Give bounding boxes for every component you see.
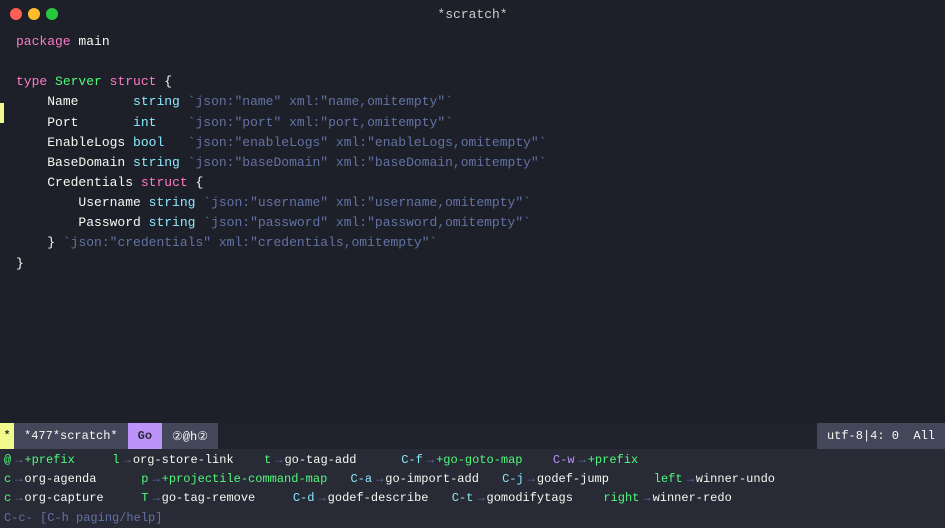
code-line: } `json:"credentials" xml:"credentials,o… — [16, 233, 937, 253]
hint-key: T — [141, 489, 148, 508]
mode-unicode: ②@h② — [162, 423, 218, 449]
code-line: Password string `json:"password" xml:"pa… — [16, 213, 937, 233]
code-line: Name string `json:"name" xml:"name,omite… — [16, 92, 937, 112]
mode-buffer[interactable]: * 477 *scratch* — [14, 423, 128, 449]
hint-key: c — [4, 489, 11, 508]
minimize-button[interactable] — [28, 8, 40, 20]
code-line — [16, 334, 937, 354]
maximize-button[interactable] — [46, 8, 58, 20]
hint-cmd: godef-jump — [537, 470, 638, 489]
code-line: package main — [16, 32, 937, 52]
hint-row-1: @ → +prefix l → org-store-link t → go-ta… — [4, 451, 941, 470]
hint-row-4: C-c- [C-h paging/help] — [4, 509, 941, 528]
window-controls — [10, 8, 58, 20]
hint-key: @ — [4, 451, 11, 470]
hint-cmd: +projectile-command-map — [162, 470, 335, 489]
title-bar: *scratch* — [0, 0, 945, 28]
mode-indicator: * — [0, 423, 14, 449]
hint-key: C-j — [502, 470, 524, 489]
hint-key: C-a — [350, 470, 372, 489]
code-line — [16, 294, 937, 314]
hint-cmd: +prefix — [588, 451, 638, 470]
line-gutter — [0, 28, 8, 423]
code-line — [16, 415, 937, 423]
hint-cmd: go-tag-remove — [162, 489, 277, 508]
hint-row-3: c → org-capture T → go-tag-remove C-d → … — [4, 489, 941, 508]
mode-buffer-name: *scratch* — [53, 429, 118, 443]
editor-area: package main type Server struct { Name s… — [0, 28, 945, 423]
mode-modified: * — [24, 429, 31, 443]
mode-line: * * 477 *scratch* Go ②@h② utf-8 | 4: 0 A… — [0, 423, 945, 449]
code-line — [16, 374, 937, 394]
hint-cmd: org-store-link — [133, 451, 248, 470]
hint-key: C-d — [293, 489, 315, 508]
hint-cmd: +prefix — [24, 451, 96, 470]
hint-key: C-f — [401, 451, 423, 470]
hint-key: p — [141, 470, 148, 489]
hint-cmd: godef-describe — [328, 489, 436, 508]
hint-key: C-w — [553, 451, 575, 470]
hint-cmd: go-import-add — [385, 470, 486, 489]
hint-cmd: winner-undo — [696, 470, 775, 489]
hint-key: t — [264, 451, 271, 470]
hint-key: left — [654, 470, 683, 489]
hint-key: right — [603, 489, 639, 508]
code-line — [16, 274, 937, 294]
hint-cmd: go-tag-add — [284, 451, 385, 470]
hint-row-2: c → org-agenda p → +projectile-command-m… — [4, 470, 941, 489]
code-line: EnableLogs bool `json:"enableLogs" xml:"… — [16, 133, 937, 153]
hint-cmd: org-capture — [24, 489, 125, 508]
code-line: BaseDomain string `json:"baseDomain" xml… — [16, 153, 937, 173]
mode-line-count: 477 — [31, 429, 53, 443]
hint-key: c — [4, 470, 11, 489]
bottom-hints: @ → +prefix l → org-store-link t → go-ta… — [0, 449, 945, 519]
code-line: } — [16, 254, 937, 274]
mode-position: utf-8 | 4: 0 All — [817, 423, 945, 449]
hint-cmd: +go-goto-map — [436, 451, 537, 470]
hint-cmd: gomodifytags — [487, 489, 588, 508]
code-line — [16, 395, 937, 415]
mode-major[interactable]: Go — [128, 423, 162, 449]
code-line — [16, 354, 937, 374]
line-marker — [0, 103, 4, 123]
code-line — [16, 52, 937, 72]
hint-cmd: org-agenda — [24, 470, 125, 489]
code-line: Credentials struct { — [16, 173, 937, 193]
code-line: Username string `json:"username" xml:"us… — [16, 193, 937, 213]
minibuffer-hint: C-c- [C-h paging/help] — [4, 509, 162, 528]
hint-key: C-t — [452, 489, 474, 508]
window-title: *scratch* — [437, 7, 507, 22]
code-line — [16, 314, 937, 334]
code-line: type Server struct { — [16, 72, 937, 92]
hint-cmd: winner-redo — [653, 489, 732, 508]
code-area[interactable]: package main type Server struct { Name s… — [8, 28, 945, 423]
close-button[interactable] — [10, 8, 22, 20]
code-line: Port int `json:"port" xml:"port,omitempt… — [16, 113, 937, 133]
hint-key: l — [112, 451, 119, 470]
